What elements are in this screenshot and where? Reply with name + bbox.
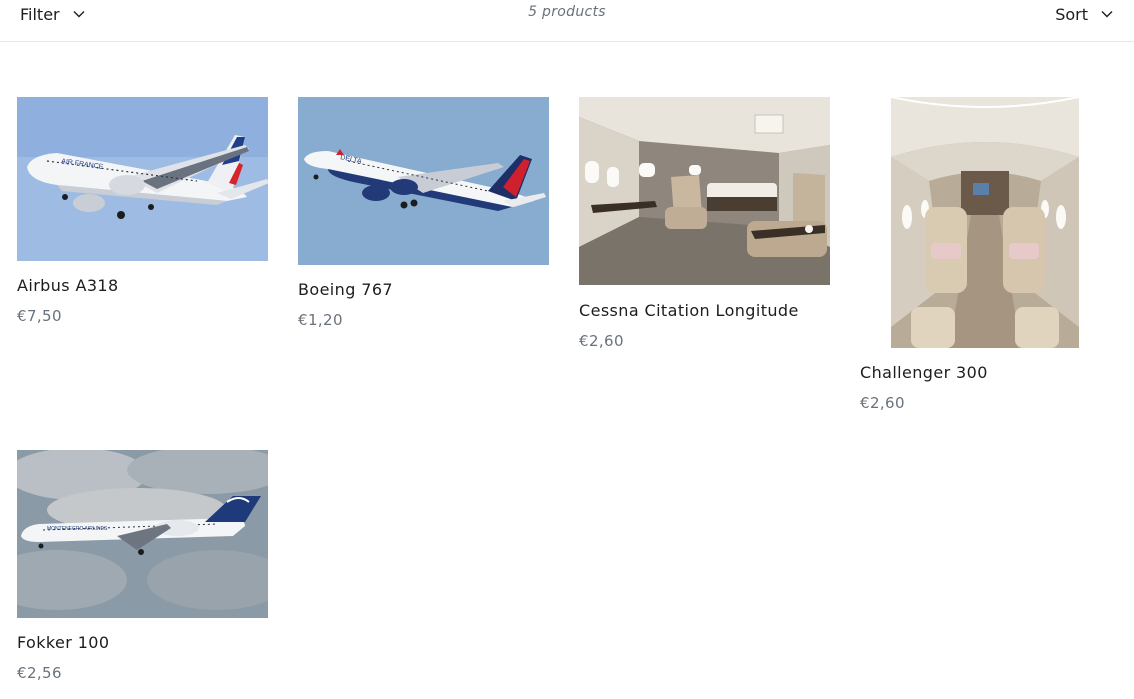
product-image[interactable]: MONTENEGRO AIRLINES [17, 450, 268, 618]
chevron-down-icon [1100, 7, 1114, 21]
collection-toolbar: Filter 5 products Sort [0, 0, 1134, 42]
product-title[interactable]: Boeing 767 [298, 280, 393, 299]
product-price: €2,60 [860, 394, 905, 412]
product-title[interactable]: Cessna Citation Longitude [579, 301, 799, 320]
sort-dropdown[interactable]: Sort [1055, 3, 1114, 25]
product-image[interactable] [891, 97, 1079, 348]
product-price: €2,60 [579, 332, 624, 350]
product-price: €7,50 [17, 307, 62, 325]
product-title[interactable]: Fokker 100 [17, 633, 109, 652]
product-price: €2,56 [17, 664, 62, 682]
product-count: 5 products [528, 4, 606, 20]
product-image[interactable]: DELTA [298, 97, 549, 265]
product-image[interactable]: AIR FRANCE [17, 97, 268, 261]
product-title[interactable]: Airbus A318 [17, 276, 119, 295]
sort-label: Sort [1055, 4, 1088, 24]
product-price: €1,20 [298, 311, 343, 329]
product-title[interactable]: Challenger 300 [860, 363, 988, 382]
svg-text:MONTENEGRO AIRLINES: MONTENEGRO AIRLINES [47, 526, 108, 532]
product-image[interactable] [579, 97, 830, 285]
